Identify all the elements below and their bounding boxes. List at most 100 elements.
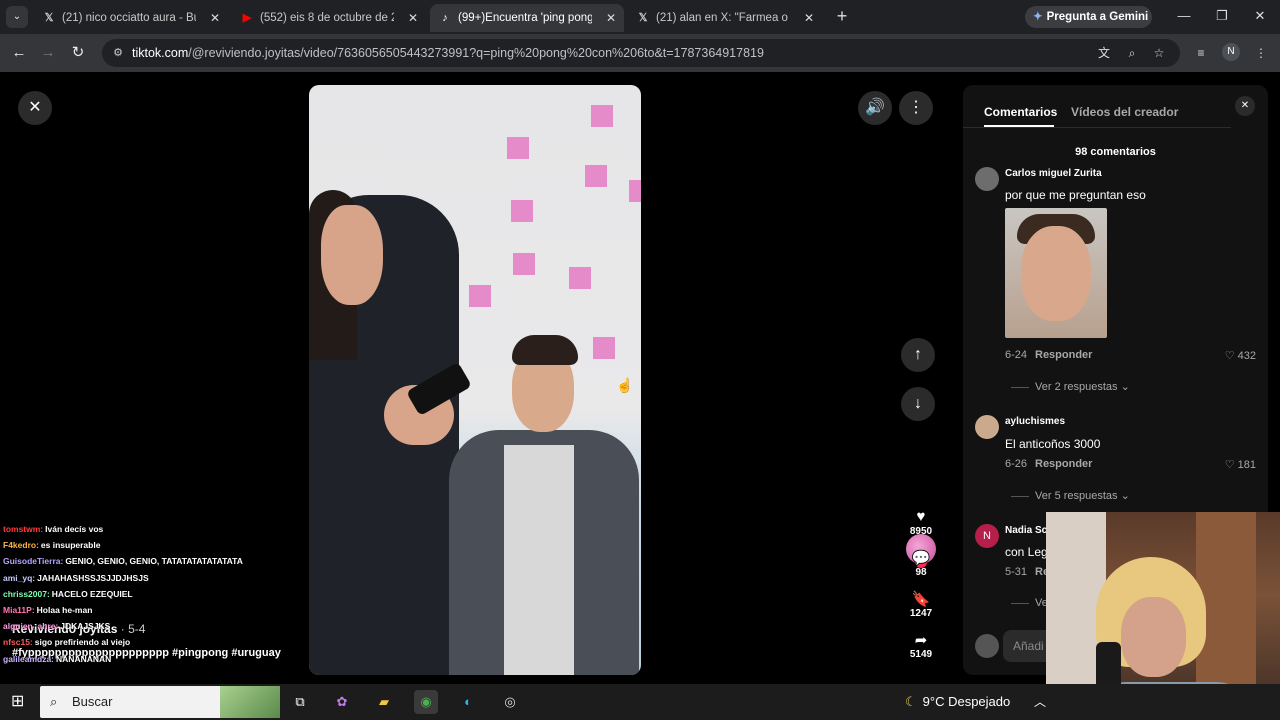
minimize-icon[interactable]: — xyxy=(1174,8,1194,23)
comment-username[interactable]: ayluchismes xyxy=(1005,416,1065,427)
postit-note xyxy=(469,285,491,307)
weather-text: 9°C Despejado xyxy=(922,694,1011,709)
chevron-down-icon: ⌄ xyxy=(1120,381,1130,393)
view-replies-label: Ver 5 respuestas xyxy=(1035,490,1118,502)
reload-icon[interactable]: ↻ xyxy=(68,43,88,63)
search-placeholder: Buscar xyxy=(72,694,113,709)
divider xyxy=(963,127,1231,128)
video-player[interactable] xyxy=(309,85,641,675)
comment-like-count: 432 xyxy=(1237,350,1256,362)
tray-chevron-icon[interactable]: ︿ xyxy=(1034,684,1046,720)
comment-date: 5-31 xyxy=(1005,566,1028,578)
reading-list-icon[interactable]: ≡ xyxy=(1192,44,1210,62)
address-url[interactable]: tiktok.com/@reviviendo.joyitas/video/763… xyxy=(132,39,764,67)
url-path: /@reviviendo.joyitas/video/7636056505443… xyxy=(188,46,764,60)
tiktok-icon: ♪ xyxy=(442,12,448,24)
browser-tab[interactable]: ▶ (552) eis 8 de octubre de 2016 ✕ xyxy=(232,4,426,32)
browser-toolbar: ← → ↻ ⚙ tiktok.com/@reviviendo.joyitas/v… xyxy=(0,34,1280,72)
profile-avatar[interactable]: N xyxy=(1222,43,1240,61)
tab-search-chevron-icon[interactable]: ⌄ xyxy=(6,6,28,28)
zoom-icon[interactable]: ⌕ xyxy=(1124,45,1140,61)
comment-date: 6-26 xyxy=(1005,458,1028,470)
tab-title: (552) eis 8 de octubre de 2016 xyxy=(260,12,394,24)
chat-message: GuisodeTierra: GENIO, GENIO, GENIO, TATAT… xyxy=(3,556,303,572)
view-replies-button[interactable]: Ver 5 respuestas ⌄ xyxy=(1011,489,1130,502)
avatar[interactable] xyxy=(975,415,999,439)
reply-button[interactable]: Responder xyxy=(1035,349,1092,361)
heart-outline-icon[interactable]: ♡ xyxy=(1225,350,1235,362)
copilot-icon[interactable]: ✿ xyxy=(330,690,354,714)
tab-comments[interactable]: Comentarios xyxy=(984,105,1057,119)
postit-note xyxy=(585,165,607,187)
boy-shirt xyxy=(504,445,574,675)
comment-image[interactable] xyxy=(1005,208,1107,338)
new-tab-icon[interactable]: + xyxy=(832,6,852,26)
avatar[interactable] xyxy=(975,167,999,191)
postit-note xyxy=(569,267,591,289)
comment-bubble-icon[interactable]: 💬 xyxy=(901,549,941,567)
back-arrow-icon[interactable]: ← xyxy=(9,43,29,63)
forward-arrow-icon[interactable]: → xyxy=(38,43,58,63)
weather-widget[interactable]: ☾ 9°C Despejado xyxy=(905,684,1010,720)
windows-start-icon[interactable]: ⊞ xyxy=(11,694,27,710)
volume-icon[interactable]: 🔊 xyxy=(858,91,892,125)
taskbar-search[interactable]: ⌕ Buscar xyxy=(40,686,280,718)
chat-message: chriss2007: HACELO EZEQUIEL xyxy=(3,589,303,605)
task-view-icon[interactable]: ⧉ xyxy=(288,690,312,714)
close-tab-icon[interactable]: ✕ xyxy=(210,4,220,32)
close-panel-icon[interactable]: ✕ xyxy=(1235,96,1255,116)
more-options-icon[interactable]: ⋮ xyxy=(899,91,933,125)
avatar-letter[interactable]: N xyxy=(975,524,999,548)
browser-tab-active[interactable]: ♪ (99+)Encuentra 'ping pong con ✕ xyxy=(430,4,624,32)
share-arrow-icon[interactable]: ➦ xyxy=(901,631,941,649)
view-replies-button[interactable]: Ve xyxy=(1011,597,1048,609)
view-replies-label: Ver 2 respuestas xyxy=(1035,381,1118,393)
heart-icon[interactable]: ♥ xyxy=(901,508,941,526)
like-action[interactable]: ♥ 8950 xyxy=(901,508,941,537)
comment-username[interactable]: Carlos miguel Zurita xyxy=(1005,168,1102,179)
x-icon: 𝕏 xyxy=(44,12,54,24)
share-action[interactable]: ➦ 5149 xyxy=(901,631,941,660)
comment-username[interactable]: Nadia Sc xyxy=(1005,525,1047,536)
site-info-icon[interactable]: ⚙ xyxy=(110,45,126,61)
chat-username: GuisodeTierra: xyxy=(3,556,64,567)
youtube-icon: ▶ xyxy=(242,12,252,24)
comment-text: por que me preguntan eso xyxy=(1005,188,1146,202)
menu-kebab-icon[interactable]: ⋮ xyxy=(1252,44,1270,62)
maximize-icon[interactable]: ❐ xyxy=(1212,8,1232,24)
comment-action[interactable]: 💬 98 xyxy=(901,549,941,578)
save-action[interactable]: 🔖 1247 xyxy=(901,590,941,619)
chat-message: ami_yq: JAHAHASHSSJSJJDJHSJS xyxy=(3,573,303,589)
close-tab-icon[interactable]: ✕ xyxy=(606,4,616,32)
file-explorer-icon[interactable]: ▰ xyxy=(372,690,396,714)
browser-tab[interactable]: 𝕏 (21) nico occiatto aura - Buscar ✕ xyxy=(34,4,228,32)
close-video-button[interactable]: ✕ xyxy=(18,91,52,125)
heart-outline-icon[interactable]: ♡ xyxy=(1225,459,1235,471)
chevron-down-icon: ⌄ xyxy=(1120,490,1130,502)
chrome-icon[interactable]: ◉ xyxy=(414,690,438,714)
bookmark-star-icon[interactable]: ☆ xyxy=(1151,45,1167,61)
browser-tab[interactable]: 𝕏 (21) alan en X: "Farmea o no fa ✕ xyxy=(628,4,822,32)
webcam-face xyxy=(1121,597,1186,677)
tab-creator-videos[interactable]: Vídeos del creador xyxy=(1071,105,1178,119)
address-bar[interactable]: ⚙ tiktok.com/@reviviendo.joyitas/video/7… xyxy=(102,39,1180,67)
share-count: 5149 xyxy=(909,649,933,660)
close-tab-icon[interactable]: ✕ xyxy=(408,4,418,32)
chat-username: ami_yq: xyxy=(3,572,36,583)
view-replies-button[interactable]: Ver 2 respuestas ⌄ xyxy=(1011,380,1130,393)
edge-icon[interactable]: ◐ xyxy=(456,690,480,714)
reply-button[interactable]: Responder xyxy=(1035,458,1092,470)
close-window-icon[interactable]: ✕ xyxy=(1250,8,1270,24)
translate-icon[interactable]: 文 xyxy=(1096,45,1112,61)
chat-text: es insuperable xyxy=(40,540,101,551)
next-video-arrow-icon[interactable]: ↓ xyxy=(901,387,935,421)
comment-like[interactable]: ♡ 432 xyxy=(1206,349,1256,362)
obs-icon[interactable]: ◎ xyxy=(498,690,522,714)
previous-video-arrow-icon[interactable]: ↑ xyxy=(901,338,935,372)
comment-like[interactable]: ♡ 181 xyxy=(1206,458,1256,471)
gemini-button[interactable]: ✦ Pregunta a Gemini xyxy=(1025,6,1152,28)
comment-count-heading: 98 comentarios xyxy=(1075,146,1156,158)
x-icon: 𝕏 xyxy=(638,12,648,24)
bookmark-icon[interactable]: 🔖 xyxy=(901,590,941,608)
close-tab-icon[interactable]: ✕ xyxy=(804,4,814,32)
